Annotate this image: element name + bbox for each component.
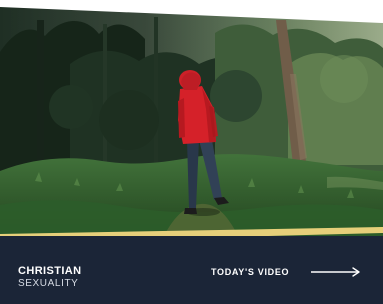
- video-promo-card: CHRISTIAN SEXUALITY TODAY'S VIDEO: [0, 0, 383, 304]
- brand-secondary-text: SEXUALITY: [18, 278, 79, 289]
- brand-logo: CHRISTIAN SEXUALITY: [18, 266, 138, 292]
- todays-video-link[interactable]: TODAY'S VIDEO: [211, 264, 363, 280]
- arrow-right-icon: [311, 267, 360, 277]
- brand-primary-text: CHRISTIAN: [18, 265, 82, 277]
- todays-video-label: TODAY'S VIDEO: [211, 267, 290, 277]
